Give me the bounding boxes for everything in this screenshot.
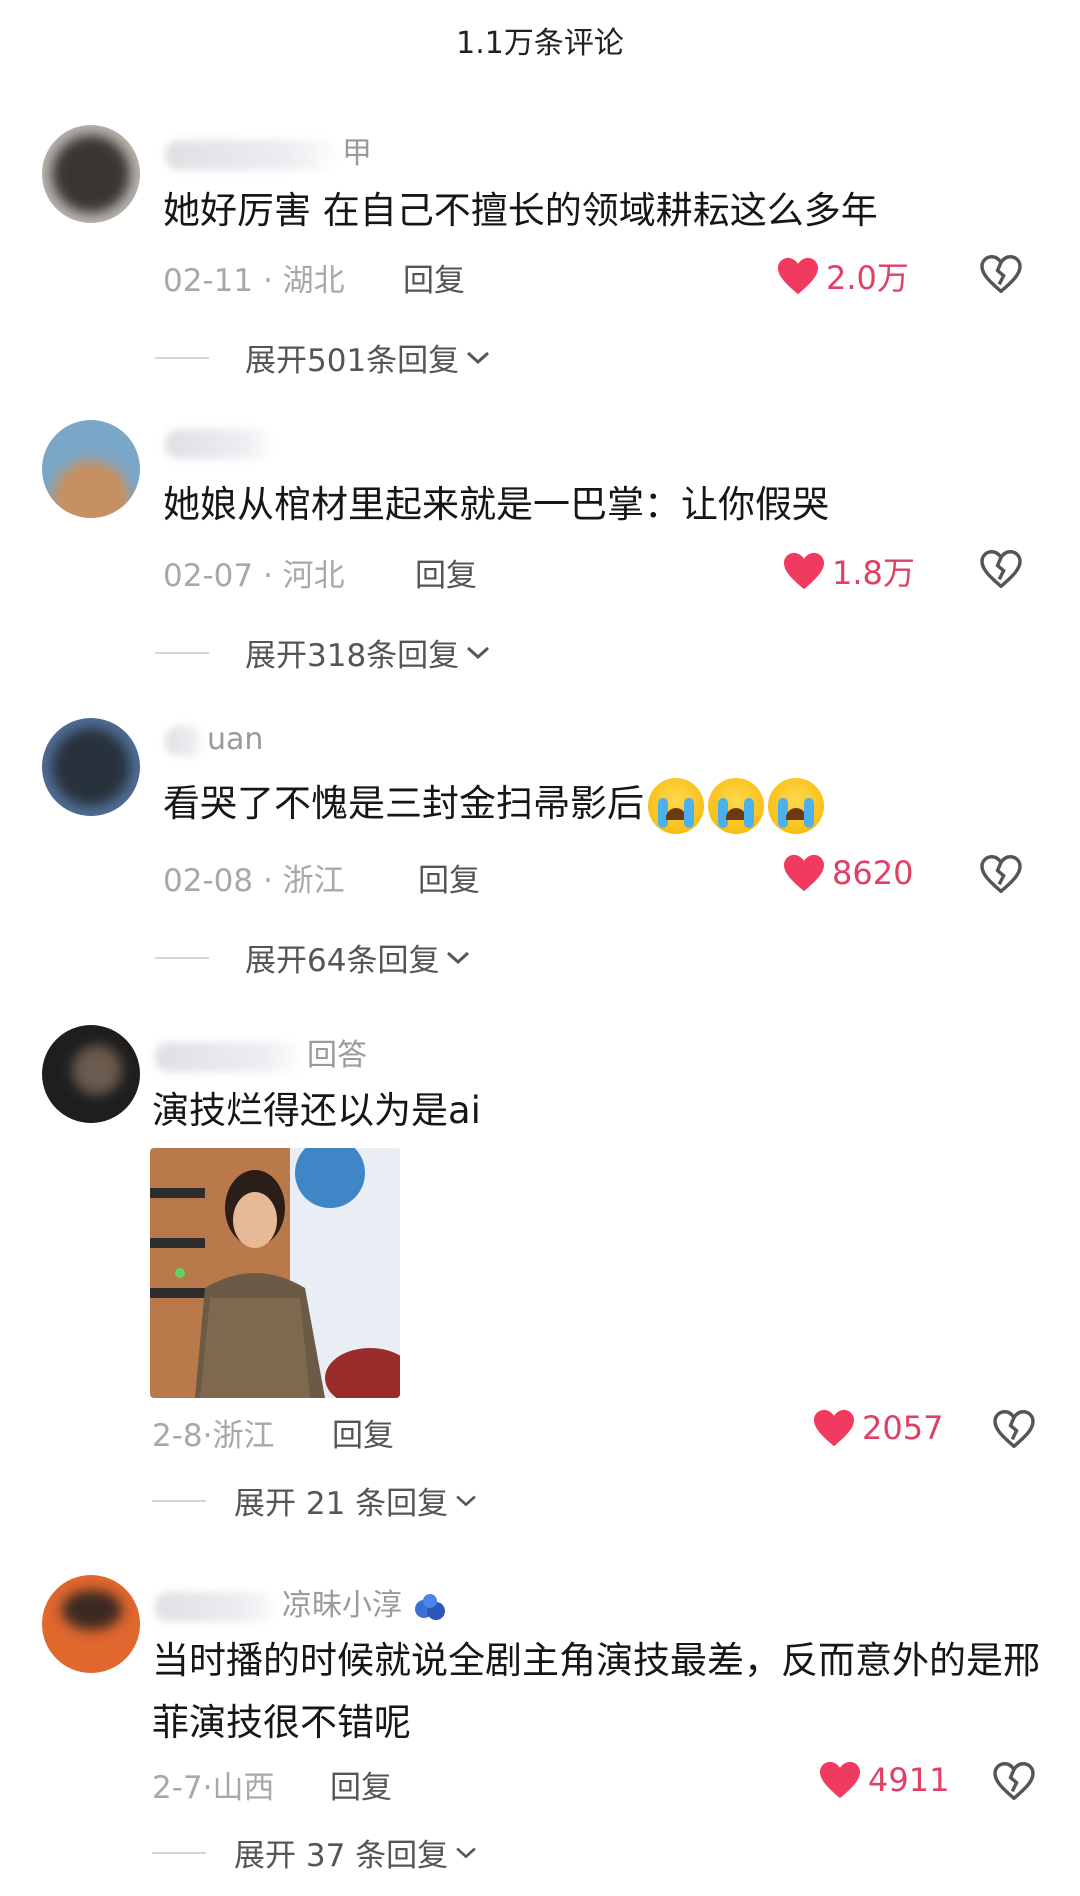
dislike-button[interactable] — [980, 254, 1022, 297]
like-button[interactable]: 4911 — [818, 1760, 949, 1800]
dislike-button[interactable] — [993, 1761, 1035, 1804]
broken-heart-icon — [993, 1409, 1035, 1449]
heart-icon — [778, 257, 818, 295]
heart-icon — [814, 1409, 854, 1447]
dislike-button[interactable] — [993, 1409, 1035, 1452]
chevron-down-icon — [447, 951, 470, 964]
divider-line — [152, 1499, 206, 1502]
chevron-down-icon — [467, 351, 490, 364]
reply-button[interactable]: 回复 — [330, 1762, 392, 1807]
chevron-down-icon — [467, 646, 490, 659]
loudly-crying-face-icon — [648, 777, 704, 834]
heart-icon — [784, 854, 824, 892]
like-button[interactable]: 2.0万 — [776, 253, 909, 299]
reply-button[interactable]: 回复 — [418, 855, 480, 900]
avatar[interactable] — [42, 420, 140, 518]
expand-replies[interactable]: 展开 37 条回复 — [152, 1830, 478, 1875]
broken-heart-icon — [993, 1761, 1035, 1801]
expand-replies[interactable]: 展开64条回复 — [155, 935, 471, 980]
avatar[interactable] — [42, 1025, 140, 1123]
comment-meta: 02-11 · 湖北 — [163, 263, 345, 299]
divider-line — [155, 651, 209, 654]
username[interactable]: 凉昧小淳 — [155, 1580, 448, 1624]
divider-line — [152, 1851, 206, 1854]
reply-button[interactable]: 回复 — [403, 255, 465, 300]
reply-button[interactable]: 回复 — [415, 550, 477, 595]
heart-icon — [784, 552, 824, 590]
chevron-down-icon — [456, 1847, 476, 1858]
avatar[interactable] — [42, 1575, 140, 1673]
chevron-down-icon — [456, 1495, 476, 1506]
comment-image[interactable] — [150, 1148, 400, 1398]
expand-replies[interactable]: 展开318条回复 — [155, 630, 491, 675]
avatar[interactable] — [42, 125, 140, 223]
reply-button[interactable]: 回复 — [332, 1410, 394, 1455]
loudly-crying-face-icon — [768, 777, 824, 834]
divider-line — [155, 356, 209, 359]
dislike-button[interactable] — [980, 854, 1022, 897]
comment-text: 看哭了不愧是三封金扫帚影后 — [163, 775, 824, 834]
comment-meta: 2-7·山西 — [152, 1770, 275, 1806]
woman-photo-thumbnail — [150, 1148, 400, 1398]
avatar[interactable] — [42, 718, 140, 816]
blueberry-icon — [414, 1593, 445, 1620]
comment-text: 当时播的时候就说全剧主角演技最差，反而意外的是邢 菲演技很不错呢 — [152, 1639, 1040, 1744]
broken-heart-icon — [980, 549, 1022, 589]
comment-meta: 02-07 · 河北 — [163, 558, 345, 594]
like-button[interactable]: 2057 — [812, 1408, 943, 1448]
heart-icon — [820, 1761, 860, 1799]
username[interactable]: 回答 — [155, 1030, 367, 1074]
dislike-button[interactable] — [980, 549, 1022, 592]
divider-line — [155, 956, 209, 959]
expand-replies[interactable]: 展开 21 条回复 — [152, 1478, 478, 1523]
comment-text: 她好厉害 在自己不擅长的领域耕耘这么多年 — [163, 189, 878, 232]
comment-meta: 02-08 · 浙江 — [163, 863, 345, 899]
like-button[interactable]: 8620 — [782, 853, 913, 893]
username[interactable] — [165, 425, 277, 460]
expand-replies[interactable]: 展开501条回复 — [155, 335, 491, 380]
loudly-crying-face-icon — [708, 777, 764, 834]
like-button[interactable]: 1.8万 — [782, 548, 915, 594]
comment-count-title: 1.1万条评论 — [456, 26, 624, 61]
broken-heart-icon — [980, 854, 1022, 894]
broken-heart-icon — [980, 254, 1022, 294]
username[interactable]: uan — [165, 722, 263, 757]
comment-text: 她娘从棺材里起来就是一巴掌：让你假哭 — [163, 483, 829, 526]
comment-meta: 2-8·浙江 — [152, 1418, 275, 1454]
username[interactable]: 甲 — [165, 128, 372, 172]
comment-text: 演技烂得还以为是ai — [152, 1089, 481, 1132]
